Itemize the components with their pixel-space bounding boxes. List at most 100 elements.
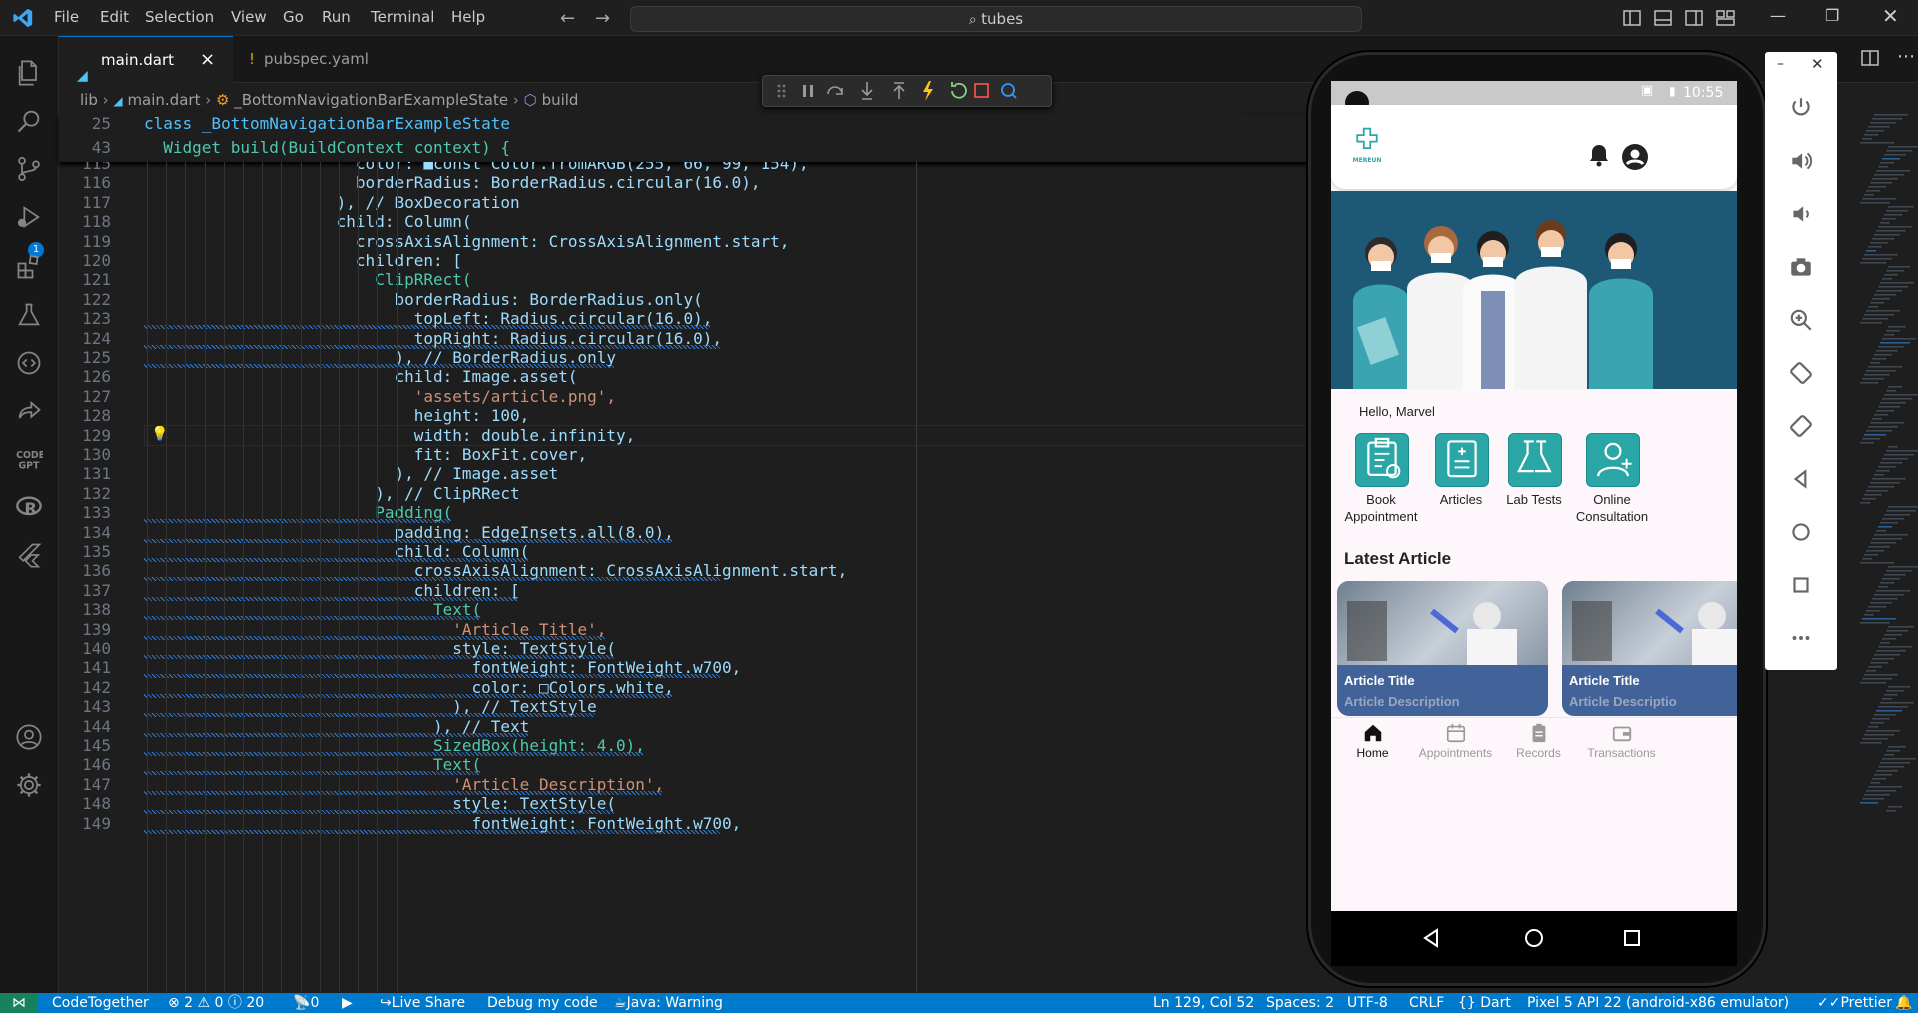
split-editor-icon[interactable] — [1861, 49, 1879, 71]
phone-screen[interactable]: ▣ ▮ 10:55 MEREUN Hello, Marvel Book Appo… — [1331, 81, 1737, 911]
code-line[interactable]: child: Column( — [144, 212, 472, 231]
code-line[interactable]: ), // ClipRRect — [144, 484, 520, 503]
command-center[interactable]: ⌕ tubes — [630, 6, 1362, 32]
article-card[interactable]: Article Title Article Description — [1337, 581, 1548, 716]
indentation[interactable]: Spaces: 2 — [1266, 993, 1334, 1013]
r-language-icon[interactable]: R — [10, 488, 48, 526]
menu-help[interactable]: Help — [443, 0, 493, 35]
notification-bell-icon[interactable] — [1588, 143, 1610, 171]
account-icon[interactable] — [10, 718, 48, 756]
breadcrumb-file[interactable]: main.dart — [127, 91, 200, 109]
service-button[interactable]: Online Consultation — [1574, 433, 1650, 533]
more-actions-icon[interactable]: ⋯ — [1897, 46, 1915, 67]
code-line[interactable]: height: 100, — [144, 406, 530, 425]
sticky-line[interactable]: Widget build(BuildContext context) { — [144, 138, 510, 157]
notifications-bell-icon[interactable]: 🔔 — [1895, 993, 1912, 1013]
panel-close-icon[interactable]: ✕ — [1811, 55, 1824, 73]
code-line[interactable]: borderRadius: BorderRadius.only( — [144, 290, 702, 309]
code-line[interactable]: children: [ — [144, 251, 462, 270]
code-line[interactable]: child: Image.asset( — [144, 367, 577, 386]
restore-window-icon[interactable]: ❐ — [1825, 6, 1839, 25]
ports-status[interactable]: 📡 0 — [293, 993, 319, 1013]
code-line[interactable]: fit: BoxFit.cover, — [144, 445, 587, 464]
close-tab-icon[interactable]: × — [200, 37, 215, 83]
code-line[interactable]: borderRadius: BorderRadius.circular(16.0… — [144, 173, 761, 192]
remote-indicator[interactable]: ⋈ — [0, 993, 38, 1013]
tab-main-dart[interactable]: ◢ main.dart × — [59, 36, 233, 84]
rotate-left-icon[interactable] — [1787, 359, 1815, 387]
articles-carousel[interactable]: Article Title Article Description Article … — [1331, 581, 1737, 721]
menu-view[interactable]: View — [223, 0, 275, 35]
language-mode[interactable]: {} Dart — [1458, 993, 1511, 1013]
explorer-icon[interactable] — [10, 54, 48, 92]
testing-icon[interactable] — [10, 296, 48, 334]
rotate-right-icon[interactable] — [1787, 412, 1815, 440]
home-icon[interactable] — [1787, 518, 1815, 546]
code-line[interactable]: crossAxisAlignment: CrossAxisAlignment.s… — [144, 232, 789, 251]
extensions-icon[interactable] — [10, 248, 48, 286]
run-debug-icon[interactable] — [10, 198, 48, 236]
tab-pubspec-yaml[interactable]: ! pubspec.yaml — [219, 36, 383, 82]
menu-go[interactable]: Go — [275, 0, 312, 35]
service-button[interactable]: Articles — [1423, 433, 1499, 533]
cursor-position[interactable]: Ln 129, Col 52 — [1153, 993, 1254, 1013]
close-window-icon[interactable]: ✕ — [1882, 4, 1899, 28]
run-icon[interactable]: ▶ — [342, 993, 353, 1013]
line-number: 137 — [82, 580, 111, 600]
nav-item-home[interactable]: Home — [1331, 722, 1414, 772]
eol[interactable]: CRLF — [1409, 993, 1444, 1013]
account-circle-icon[interactable] — [1621, 143, 1649, 175]
android-emulator-frame: ▣ ▮ 10:55 MEREUN Hello, Marvel Book Appo… — [1308, 52, 1766, 986]
code-editor[interactable]: 115 color: ■const Color.fromARGB(255, 66… — [59, 162, 1309, 992]
forward-arrow-icon[interactable]: → — [595, 8, 610, 29]
java-status[interactable]: ☕ Java: Warning — [614, 993, 723, 1013]
live-share-icon[interactable] — [10, 392, 48, 430]
menu-file[interactable]: File — [46, 0, 87, 35]
zoom-icon[interactable] — [1787, 306, 1815, 334]
flutter-icon[interactable] — [10, 536, 48, 574]
menu-run[interactable]: Run — [314, 0, 359, 35]
code-line[interactable]: ClipRRect( — [144, 270, 471, 289]
overview-icon[interactable] — [1787, 571, 1815, 599]
nav-item-transactions[interactable]: Transactions — [1580, 722, 1663, 772]
breadcrumb-lib[interactable]: lib — [80, 91, 98, 109]
remote-explorer-icon[interactable] — [10, 344, 48, 382]
code-line[interactable]: ), // Image.asset — [144, 464, 558, 483]
nav-item-appointments[interactable]: Appointments — [1414, 722, 1497, 772]
back-arrow-icon[interactable]: ← — [560, 8, 575, 29]
device-selector[interactable]: Pixel 5 API 22 (android-x86 emulator) — [1527, 993, 1789, 1013]
panel-minimize-icon[interactable]: – — [1777, 56, 1784, 72]
volume-down-icon[interactable] — [1787, 200, 1815, 228]
settings-gear-icon[interactable] — [10, 766, 48, 804]
search-icon[interactable] — [10, 102, 48, 140]
prettier-status[interactable]: ✓✓ Prettier — [1817, 993, 1892, 1013]
line-number: 43 — [91, 138, 111, 157]
code-line[interactable]: ), // BoxDecoration — [144, 193, 520, 212]
camera-icon[interactable] — [1787, 253, 1815, 281]
debug-status[interactable]: Debug my code — [487, 993, 598, 1013]
source-control-icon[interactable] — [10, 150, 48, 188]
minimize-window-icon[interactable]: — — [1770, 6, 1786, 25]
indent-guide — [166, 162, 168, 992]
codetogether-status[interactable]: CodeTogether — [52, 993, 149, 1013]
menu-edit[interactable]: Edit — [92, 0, 137, 35]
article-card[interactable]: Article Title Article Descriptio — [1562, 581, 1737, 716]
code-line[interactable]: 'assets/article.png', — [144, 387, 616, 406]
volume-up-icon[interactable] — [1787, 147, 1815, 175]
live-share-status[interactable]: ↪ Live Share — [380, 993, 465, 1013]
service-button[interactable]: Lab Tests — [1496, 433, 1572, 533]
power-icon[interactable] — [1787, 94, 1815, 122]
menu-selection[interactable]: Selection — [137, 0, 222, 35]
breadcrumb-method[interactable]: build — [542, 91, 579, 109]
codegpt-icon[interactable]: CODE GPT — [10, 440, 48, 478]
encoding[interactable]: UTF-8 — [1347, 993, 1388, 1013]
problems-status[interactable]: ⊗ 2 ⚠ 0 ⓘ 20 — [168, 993, 264, 1013]
service-button[interactable]: Book Appointment — [1343, 433, 1419, 533]
sticky-line[interactable]: class _BottomNavigationBarExampleState — [144, 114, 510, 133]
more-icon[interactable] — [1787, 624, 1815, 652]
back-icon[interactable] — [1787, 465, 1815, 493]
menu-terminal[interactable]: Terminal — [363, 0, 442, 35]
minimap[interactable] — [1840, 112, 1918, 812]
nav-item-records[interactable]: Records — [1497, 722, 1580, 772]
breadcrumb-class[interactable]: _BottomNavigationBarExampleState — [234, 91, 508, 109]
